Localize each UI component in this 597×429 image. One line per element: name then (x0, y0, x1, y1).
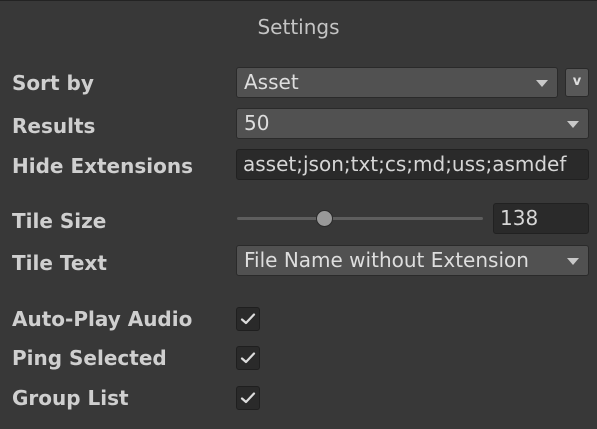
auto-play-audio-checkbox[interactable] (236, 307, 260, 331)
hide-extensions-label: Hide Extensions (12, 154, 194, 178)
sort-by-value: Asset (244, 70, 299, 94)
ping-selected-checkbox[interactable] (236, 346, 260, 370)
ping-selected-label: Ping Selected (12, 346, 167, 370)
results-value: 50 (244, 111, 270, 135)
hide-extensions-field[interactable]: asset;json;txt;cs;md;uss;asmdef (236, 149, 589, 180)
auto-play-audio-label: Auto-Play Audio (12, 307, 193, 331)
tile-text-dropdown[interactable]: File Name without Extension (236, 245, 589, 276)
tile-text-label: Tile Text (12, 251, 107, 275)
tile-size-slider-thumb[interactable] (316, 210, 333, 227)
chevron-down-icon (536, 80, 548, 87)
tile-text-value: File Name without Extension (244, 248, 529, 272)
results-dropdown[interactable]: 50 (236, 108, 589, 139)
panel-title: Settings (257, 15, 340, 39)
sort-order-button[interactable]: v (565, 68, 589, 97)
tile-size-label: Tile Size (12, 209, 107, 233)
checkmark-icon (240, 352, 256, 364)
chevron-down-icon (567, 121, 579, 128)
sort-by-label: Sort by (12, 71, 94, 95)
settings-panel: Settings Sort by Asset v Results 50 Hide… (0, 0, 597, 429)
results-label: Results (12, 114, 96, 138)
group-list-label: Group List (12, 386, 129, 410)
tile-size-field[interactable]: 138 (493, 203, 589, 234)
checkmark-icon (240, 313, 256, 325)
chevron-down-icon (567, 258, 579, 265)
sort-by-dropdown[interactable]: Asset (236, 67, 558, 98)
group-list-checkbox[interactable] (236, 386, 260, 410)
tile-size-slider-track[interactable] (237, 217, 483, 220)
checkmark-icon (240, 392, 256, 404)
